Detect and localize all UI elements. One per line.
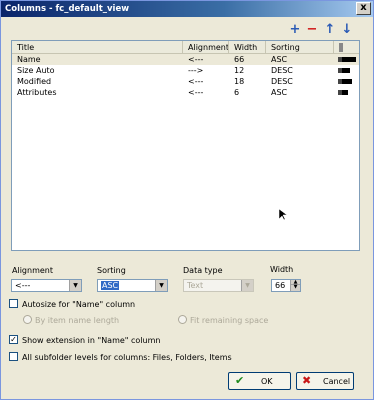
row-title: Name bbox=[17, 55, 41, 64]
remove-column-button[interactable]: − bbox=[305, 23, 319, 37]
width-bar bbox=[342, 57, 356, 62]
datatype-label: Data type bbox=[183, 266, 223, 275]
show-extension-label: Show extension in "Name" column bbox=[22, 336, 161, 345]
stepper-down-icon[interactable]: ▼ bbox=[291, 285, 300, 290]
header-width[interactable]: Width bbox=[229, 41, 266, 54]
header-extra bbox=[334, 41, 359, 54]
row-alignment: ---> bbox=[188, 66, 204, 75]
row-alignment: <--- bbox=[188, 88, 204, 97]
fit-remaining-label: Fit remaining space bbox=[190, 316, 269, 325]
fit-remaining-radio bbox=[178, 315, 187, 324]
chevron-down-icon: ▼ bbox=[241, 280, 253, 291]
move-up-button[interactable]: ↑ bbox=[323, 23, 337, 37]
list-row[interactable]: Modified <--- 18 DESC bbox=[12, 76, 359, 87]
list-row[interactable]: Size Auto ---> 12 DESC bbox=[12, 65, 359, 76]
header-alignment[interactable]: Alignment bbox=[183, 41, 229, 54]
row-sorting: DESC bbox=[271, 77, 293, 86]
sorting-select[interactable]: ASC ▼ bbox=[97, 279, 168, 292]
cancel-icon: ✖ bbox=[302, 374, 312, 387]
list-row[interactable]: Attributes <--- 6 ASC bbox=[12, 87, 359, 98]
autosize-label: Autosize for "Name" column bbox=[22, 300, 136, 309]
alignment-label: Alignment bbox=[12, 266, 53, 275]
alignment-value: <--- bbox=[15, 281, 31, 290]
row-width: 18 bbox=[234, 77, 245, 86]
all-subfolder-label: All subfolder levels for columns: Files,… bbox=[22, 353, 232, 362]
ok-button[interactable]: ✔ OK bbox=[228, 372, 291, 390]
add-column-button[interactable]: + bbox=[288, 23, 302, 37]
close-button[interactable]: x bbox=[356, 2, 371, 15]
all-subfolder-checkbox[interactable] bbox=[9, 352, 18, 361]
mouse-cursor-icon bbox=[278, 208, 288, 224]
width-input[interactable]: 66 ▲ ▼ bbox=[271, 279, 301, 292]
list-header: Title Alignment Width Sorting bbox=[12, 41, 359, 54]
row-sorting: ASC bbox=[271, 55, 288, 64]
ok-label: OK bbox=[261, 377, 273, 386]
show-extension-checkbox[interactable]: ✓ bbox=[9, 335, 18, 344]
check-icon: ✔ bbox=[235, 374, 245, 387]
width-label: Width bbox=[270, 265, 294, 274]
width-value: 66 bbox=[275, 281, 286, 290]
row-title: Size Auto bbox=[17, 66, 55, 75]
row-title: Attributes bbox=[17, 88, 57, 97]
row-width: 12 bbox=[234, 66, 245, 75]
sorting-label: Sorting bbox=[97, 266, 126, 275]
width-bar bbox=[342, 68, 350, 73]
width-bar bbox=[342, 79, 352, 84]
list-row[interactable]: Name <--- 66 ASC bbox=[12, 54, 359, 65]
sorting-value: ASC bbox=[101, 281, 120, 290]
window-title: Columns - fc_default_view bbox=[5, 4, 130, 14]
row-alignment: <--- bbox=[188, 77, 204, 86]
row-sorting: ASC bbox=[271, 88, 288, 97]
columns-list[interactable]: Title Alignment Width Sorting Name <--- … bbox=[11, 40, 360, 251]
chevron-down-icon[interactable]: ▼ bbox=[69, 280, 81, 291]
header-sorting[interactable]: Sorting bbox=[266, 41, 334, 54]
cancel-button[interactable]: ✖ Cancel bbox=[296, 372, 354, 390]
title-bar: Columns - fc_default_view bbox=[1, 1, 373, 17]
by-item-name-label: By item name length bbox=[35, 316, 120, 325]
row-width: 66 bbox=[234, 55, 245, 64]
datatype-value: Text bbox=[187, 281, 204, 290]
width-bar bbox=[342, 90, 348, 95]
row-title: Modified bbox=[17, 77, 52, 86]
row-sorting: DESC bbox=[271, 66, 293, 75]
move-down-button[interactable]: ↓ bbox=[340, 23, 354, 37]
datatype-select: Text ▼ bbox=[183, 279, 254, 292]
by-item-name-radio bbox=[23, 315, 32, 324]
header-title[interactable]: Title bbox=[12, 41, 183, 54]
chevron-down-icon[interactable]: ▼ bbox=[155, 280, 167, 291]
header-grip-icon bbox=[339, 43, 343, 52]
autosize-checkbox[interactable] bbox=[9, 299, 18, 308]
row-width: 6 bbox=[234, 88, 240, 97]
alignment-select[interactable]: <--- ▼ bbox=[11, 279, 82, 292]
cancel-label: Cancel bbox=[323, 377, 351, 386]
width-stepper[interactable]: ▲ ▼ bbox=[290, 280, 300, 291]
row-alignment: <--- bbox=[188, 55, 204, 64]
columns-dialog: Columns - fc_default_view x + − ↑ ↓ Titl… bbox=[0, 0, 374, 400]
